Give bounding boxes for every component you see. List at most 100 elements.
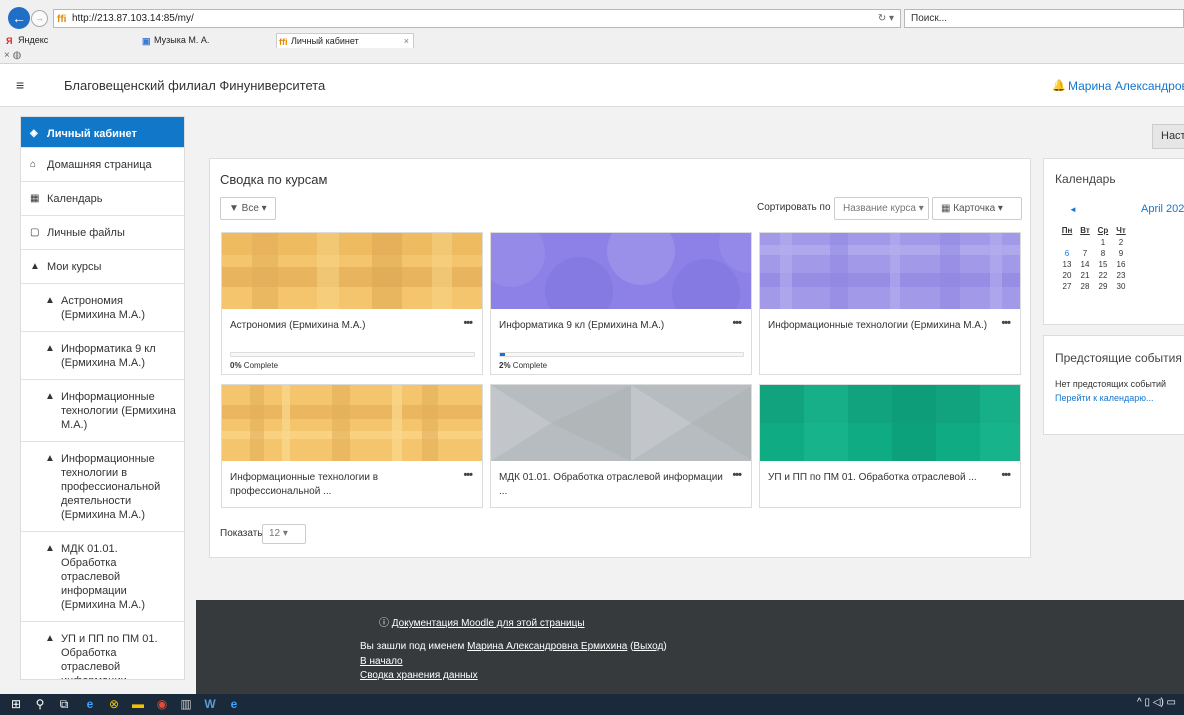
calendar-day-today[interactable]: 6 — [1058, 248, 1076, 259]
calendar-day[interactable]: 20 — [1058, 270, 1076, 281]
course-card[interactable]: Информатика 9 кл (Ермихина М.А.) ••• 2% … — [490, 232, 752, 375]
course-card[interactable]: Информационные технологии (Ермихина М.А.… — [759, 232, 1021, 375]
task-view-icon[interactable]: ⧉ — [54, 696, 74, 713]
calendar-day[interactable]: 14 — [1076, 259, 1094, 270]
graduation-cap-icon: ▲ — [45, 391, 55, 402]
view-mode-dropdown[interactable]: ▦ Карточка ▾ — [932, 197, 1022, 220]
calendar-day[interactable]: 30 — [1112, 281, 1130, 292]
more-actions-icon[interactable]: ••• — [1001, 317, 1011, 329]
sidebar-item-my-courses[interactable]: ▲ Мои курсы — [21, 250, 184, 284]
forward-button[interactable]: → — [31, 10, 48, 27]
calendar-day[interactable]: 13 — [1058, 259, 1076, 270]
customize-page-button[interactable]: Настр — [1152, 124, 1184, 149]
data-retention-link[interactable]: Сводка хранения данных — [360, 670, 478, 681]
course-image[interactable] — [760, 385, 1020, 461]
sidebar-item-files[interactable]: ▢ Личные файлы — [21, 216, 184, 250]
logout-link[interactable]: Выход — [633, 641, 663, 652]
calendar-day[interactable]: 1 — [1094, 237, 1112, 248]
calendar-day[interactable]: 27 — [1058, 281, 1076, 292]
course-name[interactable]: Астрономия (Ермихина М.А.) — [230, 319, 455, 333]
app-icon[interactable]: ▥ — [176, 696, 196, 713]
course-card[interactable]: Астрономия (Ермихина М.А.) ••• 0% Comple… — [221, 232, 483, 375]
sidebar-item-label: Информационные технологии в профессионал… — [61, 453, 161, 521]
course-pattern — [760, 233, 1020, 309]
sidebar-item-label: Личный кабинет — [47, 128, 137, 140]
refresh-icon[interactable]: ↻ ▾ — [878, 10, 894, 27]
calendar-day[interactable]: 16 — [1112, 259, 1130, 270]
sidebar-item-dashboard[interactable]: ◈ Личный кабинет — [21, 117, 184, 148]
chrome-icon[interactable]: ◉ — [152, 696, 172, 713]
progress-fill — [500, 353, 505, 356]
moodle-docs-link[interactable]: Документация Moodle для этой страницы — [392, 618, 585, 629]
course-name[interactable]: Информационные технологии в профессионал… — [230, 471, 455, 499]
url-bar[interactable]: ffi http://213.87.103.14:85/my/ ↻ ▾ — [53, 9, 901, 28]
calendar-month[interactable]: April 2020 — [1141, 203, 1184, 215]
course-name[interactable]: МДК 01.01. Обработка отраслевой информац… — [499, 471, 724, 499]
course-image[interactable] — [491, 233, 751, 309]
windows-start-icon[interactable]: ⊞ — [6, 696, 26, 713]
goto-calendar-link[interactable]: Перейти к календарю... — [1055, 393, 1153, 403]
menu-icon[interactable]: ≡ — [16, 77, 24, 93]
sidebar-course-item[interactable]: ▲ МДК 01.01. Обработка отраслевой информ… — [21, 532, 184, 622]
sidebar-course-item[interactable]: ▲ Астрономия (Ермихина М.А.) — [21, 284, 184, 332]
tab-music[interactable]: ▣ Музыка М. А. — [140, 33, 274, 48]
course-image[interactable] — [222, 233, 482, 309]
folder-icon[interactable]: ▬ — [128, 696, 148, 713]
calendar-day[interactable]: 23 — [1112, 270, 1130, 281]
calendar-day[interactable]: 22 — [1094, 270, 1112, 281]
paren-close: ) — [663, 641, 667, 652]
user-profile-link[interactable]: Марина Александровна Ермихина — [467, 641, 627, 652]
calendar-day[interactable]: 21 — [1076, 270, 1094, 281]
app-icon[interactable]: ⊗ — [104, 696, 124, 713]
back-button[interactable]: ← — [8, 7, 30, 29]
tab-yandex[interactable]: Я Яндекс — [4, 33, 136, 48]
browser-toolbar[interactable]: × ◍ — [4, 50, 21, 61]
calendar-day[interactable]: 7 — [1076, 248, 1094, 259]
course-image[interactable] — [222, 385, 482, 461]
home-link[interactable]: В начало — [360, 656, 403, 667]
browser-search-input[interactable]: Поиск... — [904, 9, 1184, 28]
grouping-filter-dropdown[interactable]: ▼ Все ▾ — [220, 197, 276, 220]
user-menu[interactable]: Марина Александровна — [1068, 79, 1184, 93]
course-name[interactable]: УП и ПП по ПМ 01. Обработка отраслевой .… — [768, 471, 993, 485]
calendar-day[interactable]: 8 — [1094, 248, 1112, 259]
search-icon[interactable]: ⚲ — [30, 696, 50, 713]
course-card[interactable]: Информационные технологии в профессионал… — [221, 384, 483, 508]
more-actions-icon[interactable]: ••• — [463, 469, 473, 481]
sidebar-item-calendar[interactable]: ▦ Календарь — [21, 182, 184, 216]
calendar-day[interactable]: 9 — [1112, 248, 1130, 259]
internet-explorer-icon[interactable]: e — [224, 696, 244, 713]
edge-icon[interactable]: e — [80, 696, 100, 713]
sidebar-course-item[interactable]: ▲ Информатика 9 кл (Ермихина М.А.) — [21, 332, 184, 380]
calendar-day[interactable]: 15 — [1094, 259, 1112, 270]
course-image[interactable] — [760, 233, 1020, 309]
system-tray[interactable]: ^ ▯ ◁) ▭ — [1137, 697, 1176, 708]
tab-label: Личный кабинет — [291, 36, 359, 46]
sidebar-item-home[interactable]: ⌂ Домашняя страница — [21, 148, 184, 182]
course-pattern — [760, 385, 1020, 461]
sort-dropdown[interactable]: Название курса ▾ — [834, 197, 929, 220]
course-name[interactable]: Информационные технологии (Ермихина М.А.… — [768, 319, 993, 333]
previous-month-icon[interactable]: ◄ — [1069, 205, 1077, 214]
more-actions-icon[interactable]: ••• — [1001, 469, 1011, 481]
calendar-day[interactable]: 2 — [1112, 237, 1130, 248]
more-actions-icon[interactable]: ••• — [732, 317, 742, 329]
bell-icon[interactable]: 🔔 — [1052, 79, 1066, 92]
more-actions-icon[interactable]: ••• — [732, 469, 742, 481]
paging-dropdown[interactable]: 12 ▾ — [262, 524, 306, 544]
tab-label: Яндекс — [18, 35, 49, 45]
course-image[interactable] — [491, 385, 751, 461]
calendar-day[interactable]: 29 — [1094, 281, 1112, 292]
site-name[interactable]: Благовещенский филиал Финуниверситета — [64, 78, 325, 93]
sidebar-course-item[interactable]: ▲ Информационные технологии (Ермихина М.… — [21, 380, 184, 442]
more-actions-icon[interactable]: ••• — [463, 317, 473, 329]
course-card[interactable]: МДК 01.01. Обработка отраслевой информац… — [490, 384, 752, 508]
close-tab-icon[interactable]: × — [404, 34, 409, 48]
sidebar-course-item[interactable]: ▲ Информационные технологии в профессион… — [21, 442, 184, 532]
course-name[interactable]: Информатика 9 кл (Ермихина М.А.) — [499, 319, 724, 333]
word-icon[interactable]: W — [200, 696, 220, 713]
calendar-day[interactable]: 28 — [1076, 281, 1094, 292]
sidebar-course-item[interactable]: ▲ УП и ПП по ПМ 01. Обработка отраслевой… — [21, 622, 184, 679]
tab-dashboard[interactable]: ffi Личный кабинет × — [276, 33, 414, 48]
course-card[interactable]: УП и ПП по ПМ 01. Обработка отраслевой .… — [759, 384, 1021, 508]
